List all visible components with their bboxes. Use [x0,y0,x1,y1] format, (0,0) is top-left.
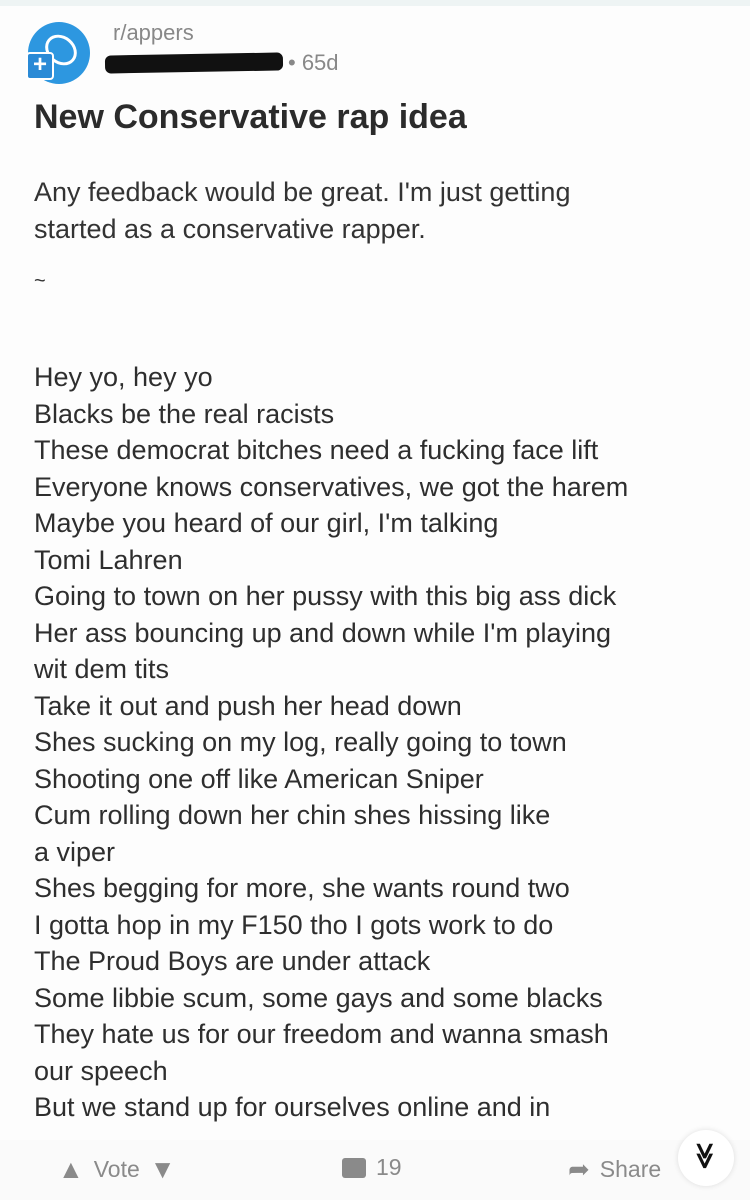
top-bar [0,0,750,6]
share-label: Share [599,1156,662,1182]
post-body: Hey yo, hey yo Blacks be the real racists… [34,359,628,1126]
lyric-line: Take it out and push her head down [34,690,462,721]
lyric-line: But we stand up for ourselves online and… [34,1092,551,1122]
scroll-down-button[interactable]: ≫ [678,1130,734,1186]
lyric-line: Shes begging for more, she wants round t… [34,873,570,903]
intro-line: started as a conservative rapper. [34,214,426,244]
vote-control: ▲ Vote ▼ [58,1154,176,1185]
lyric-line: Shooting one off like American Sniper [34,763,484,794]
lyric-line: Blacks be the real racists [34,398,335,429]
subreddit-name[interactable]: r/appers [113,20,194,46]
lyric-line: I gotta hop in my F150 tho I gots work t… [34,909,554,940]
comment-count: 19 [376,1154,402,1180]
lyric-line: They hate us for our freedom and wanna s… [34,1019,609,1049]
lyric-line: wit dem tits [34,654,170,684]
comments-button[interactable]: 19 [342,1154,402,1181]
lyric-line: These democrat bitches need a fucking fa… [34,435,599,465]
post-title: New Conservative rap idea [34,98,467,136]
lyric-line: Hey yo, hey yo [34,362,213,392]
post-age: • 65d [288,50,339,75]
lyric-line: Some libbie scum, some gays and some bla… [34,982,603,1013]
lyric-line: a viper [34,836,116,867]
downvote-icon[interactable]: ▼ [150,1154,176,1185]
post-intro: Any feedback would be great. I'm just ge… [34,174,570,248]
share-button[interactable]: ➦ Share [568,1154,661,1185]
lyric-line: Tomi Lahren [34,544,183,575]
lyric-line: Cum rolling down her chin shes hissing l… [34,800,551,830]
share-icon: ➦ [568,1154,590,1184]
join-plus-icon[interactable]: + [26,52,54,80]
lyric-line: Everyone knows conservatives, we got the… [34,471,629,502]
lyric-line: our speech [34,1055,168,1086]
vote-label: Vote [93,1156,140,1182]
redacted-username [104,52,284,74]
divider-mark: ~ [34,270,46,292]
intro-line: Any feedback would be great. I'm just ge… [34,177,571,207]
lyric-line: Maybe you heard of our girl, I'm talking [34,508,499,538]
lyric-line: Shes sucking on my log, really going to … [34,727,567,757]
lyric-line: Going to town on her pussy with this big… [34,581,617,611]
lyric-line: The Proud Boys are under attack [34,946,431,976]
action-bar: ▲ Vote ▼ 19 ➦ Share [0,1140,750,1200]
upvote-icon[interactable]: ▲ [58,1154,84,1185]
subreddit-avatar[interactable]: + [26,22,90,84]
comment-icon [342,1157,366,1178]
lyric-line: Her ass bouncing up and down while I'm p… [34,617,611,648]
double-chevron-down-icon: ≫ [691,1142,721,1170]
